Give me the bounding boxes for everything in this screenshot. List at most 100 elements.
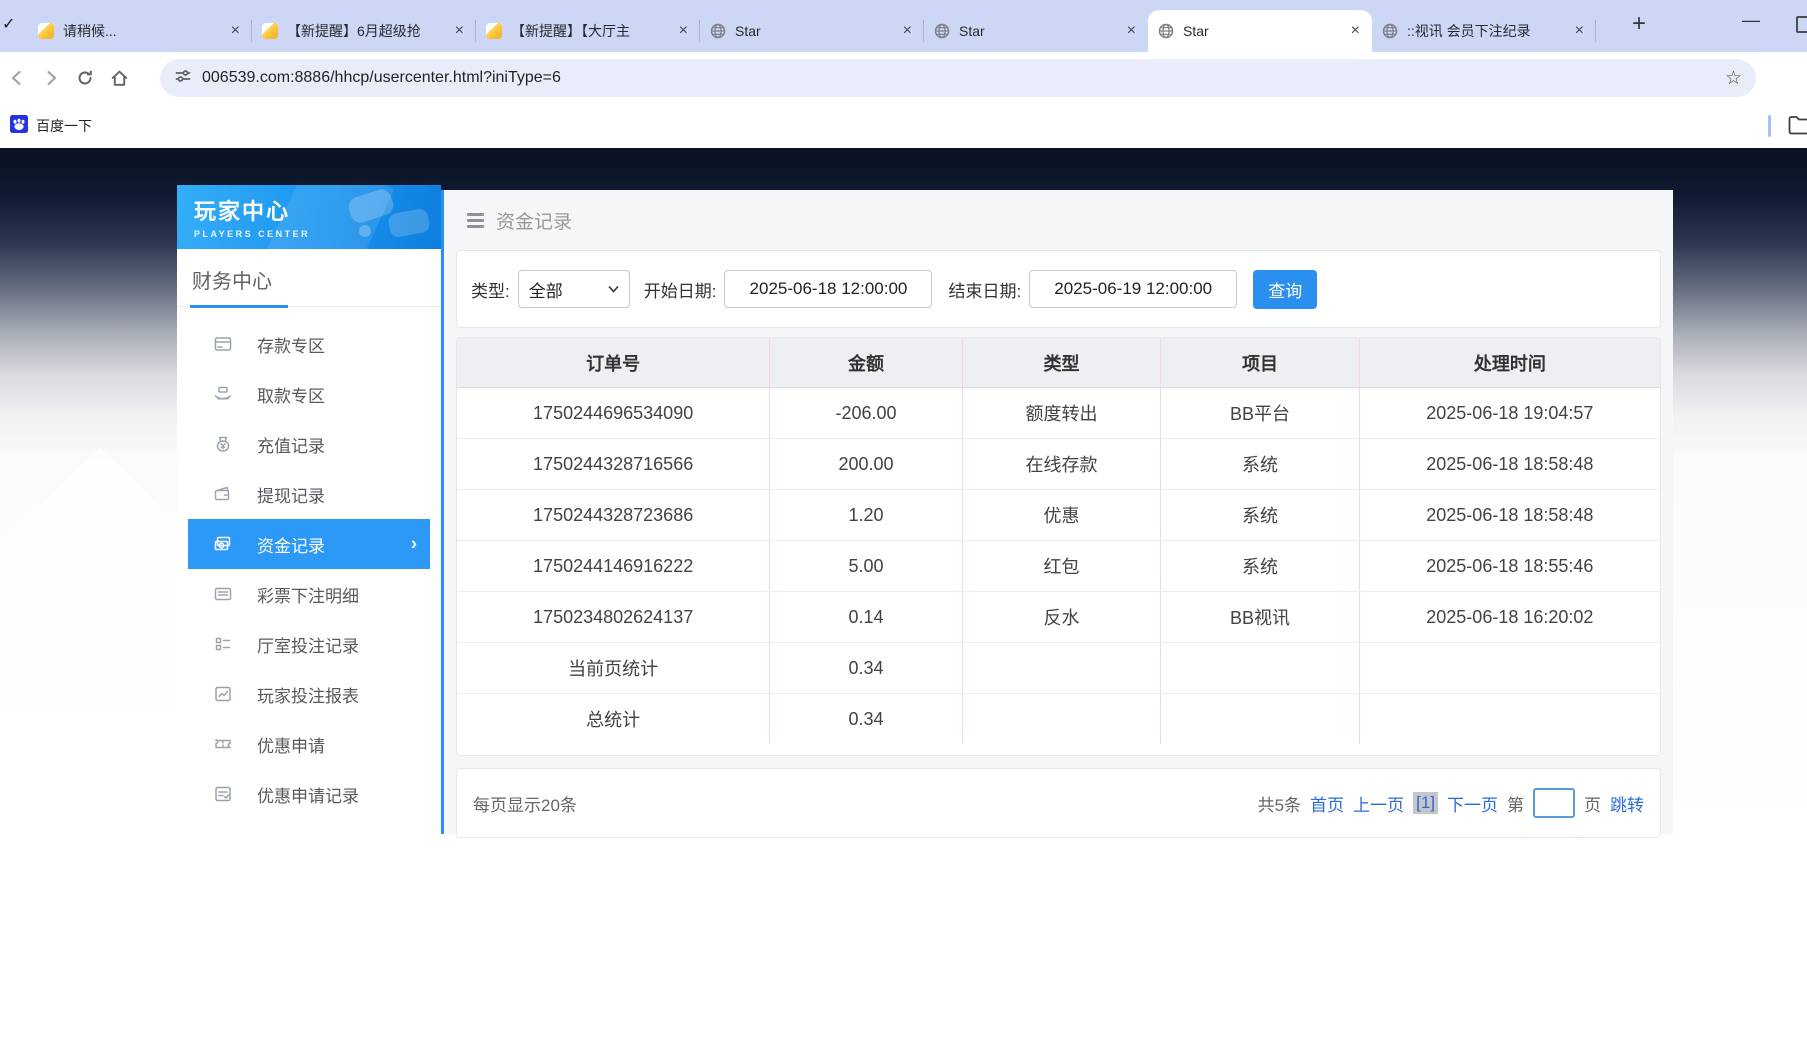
table-cell: 红包 bbox=[962, 540, 1162, 592]
bookmark-label: 百度一下 bbox=[36, 118, 92, 134]
table-header-cell: 金额 bbox=[769, 338, 963, 388]
total-count-text: 共5条 bbox=[1257, 795, 1302, 815]
next-page-link[interactable]: 下一页 bbox=[1447, 791, 1498, 816]
site-info-icon[interactable] bbox=[174, 67, 192, 90]
mail-icon bbox=[262, 23, 278, 39]
bookmark-caret bbox=[1768, 115, 1771, 137]
browser-tab[interactable]: ::视讯 会员下注纪录 × bbox=[1372, 10, 1596, 52]
end-date-label: 结束日期: bbox=[948, 281, 1022, 301]
table-cell bbox=[1160, 693, 1360, 744]
home-icon[interactable] bbox=[102, 61, 136, 95]
url-text[interactable]: 006539.com:8886/hhcp/usercenter.html?ini… bbox=[202, 69, 1725, 87]
tab-close-icon[interactable]: × bbox=[901, 23, 914, 39]
reload-icon[interactable] bbox=[68, 61, 102, 95]
sidebar-item-label: 彩票下注明细 bbox=[257, 586, 359, 606]
sidebar-item-link[interactable]: 存款专区 bbox=[177, 319, 441, 369]
table-cell: 0.14 bbox=[769, 591, 963, 643]
table-cell: 系统 bbox=[1160, 438, 1360, 490]
profile-check-icon[interactable]: ✓ bbox=[2, 14, 15, 34]
wallet-icon bbox=[213, 484, 233, 504]
table-cell: 2025-06-18 18:55:46 bbox=[1359, 540, 1660, 592]
sidebar-item-link[interactable]: 优惠申请记录 bbox=[177, 769, 441, 819]
list-grid-icon bbox=[213, 634, 233, 654]
other-bookmarks-folder-icon[interactable] bbox=[1788, 114, 1807, 141]
tab-close-icon[interactable]: × bbox=[453, 23, 466, 39]
address-bar[interactable]: 006539.com:8886/hhcp/usercenter.html?ini… bbox=[160, 59, 1756, 97]
sidebar-item-link[interactable]: 厅室投注记录 bbox=[177, 619, 441, 669]
table-row: 1750244146916222 5.00 红包 系统 2025-06-18 18:55… bbox=[457, 540, 1660, 592]
bookmark-star-icon[interactable]: ☆ bbox=[1725, 67, 1742, 90]
table-cell: 当前页统计 bbox=[457, 642, 771, 694]
table-cell bbox=[962, 642, 1162, 694]
table-cell: 系统 bbox=[1160, 540, 1360, 592]
tabs-container: 请稍候... × 【新提醒】6月超级抢 × 【新提醒】【大厅主 × Star × Star × St… bbox=[28, 10, 1596, 52]
browser-toolbar: 006539.com:8886/hhcp/usercenter.html?ini… bbox=[0, 52, 1807, 104]
sidebar-section-finance: 财务中心 bbox=[177, 249, 441, 308]
tab-close-icon[interactable]: × bbox=[229, 23, 242, 39]
back-icon[interactable] bbox=[0, 61, 34, 95]
decoration-dot bbox=[359, 225, 371, 237]
start-date-input[interactable] bbox=[724, 270, 933, 308]
sidebar-item-link[interactable]: 彩票下注明细 bbox=[177, 569, 441, 619]
table-cell: 0.34 bbox=[769, 642, 963, 694]
main-header: 资金记录 bbox=[444, 190, 1673, 250]
sidebar-item-label: 玩家投注报表 bbox=[257, 686, 359, 706]
browser-tab[interactable]: Star × bbox=[1148, 10, 1372, 52]
maximize-button[interactable] bbox=[1796, 16, 1807, 33]
sidebar-item-link[interactable]: 玩家投注报表 bbox=[177, 669, 441, 719]
tab-close-icon[interactable]: × bbox=[1349, 23, 1362, 39]
table-row: 1750244328716566 200.00 在线存款 系统 2025-06-18 1… bbox=[457, 438, 1660, 490]
sidebar-item-label: 存款专区 bbox=[257, 336, 325, 356]
new-tab-button[interactable]: + bbox=[1632, 12, 1646, 36]
sidebar-item-link[interactable]: 提现记录 bbox=[177, 469, 441, 519]
sidebar-item-link[interactable]: 充值记录 bbox=[177, 419, 441, 469]
browser-tab[interactable]: Star × bbox=[700, 10, 924, 52]
sidebar-item-link[interactable]: 取款专区 bbox=[177, 369, 441, 419]
table-header-cell: 类型 bbox=[962, 338, 1162, 388]
tab-close-icon[interactable]: × bbox=[677, 23, 690, 39]
table-row: 当前页统计 0.34 bbox=[457, 642, 1660, 694]
sidebar-item-label: 充值记录 bbox=[257, 436, 325, 456]
table-cell: 5.00 bbox=[769, 540, 963, 592]
jump-page-input[interactable] bbox=[1533, 788, 1575, 818]
withdraw-hand-icon bbox=[213, 384, 233, 404]
pager: 共5条 首页 上一页 [1] 下一页 第 页 跳转 bbox=[1258, 788, 1644, 818]
browser-tab[interactable]: Star × bbox=[924, 10, 1148, 52]
table-row: 1750244696534090 -206.00 额度转出 BB平台 2025-06-1… bbox=[457, 387, 1660, 439]
type-select-value: 全部 bbox=[528, 281, 563, 301]
sidebar: 玩家中心 PLAYERS CENTER 财务中心 存款专区 取款专区 充值记录 提现记… bbox=[177, 185, 441, 834]
browser-tab[interactable]: 【新提醒】【大厅主 × bbox=[476, 10, 700, 52]
table-cell: 1750244146916222 bbox=[457, 540, 771, 592]
table-cell bbox=[962, 693, 1162, 744]
sidebar-item-link[interactable]: 优惠申请 bbox=[177, 719, 441, 769]
table-cell bbox=[1160, 642, 1360, 694]
moneybag-icon bbox=[213, 434, 233, 454]
table-cell: 1.20 bbox=[769, 489, 963, 541]
filter-bar: 类型: 全部 开始日期: 结束日期: 查询 bbox=[456, 250, 1661, 328]
first-page-link[interactable]: 首页 bbox=[1310, 791, 1344, 816]
tab-close-icon[interactable]: × bbox=[1573, 23, 1586, 39]
table-cell: 2025-06-18 18:58:48 bbox=[1359, 438, 1660, 490]
bookmark-baidu[interactable]: 百度一下 bbox=[10, 114, 92, 138]
tab-title: 【新提醒】【大厅主 bbox=[511, 23, 630, 39]
prev-page-link[interactable]: 上一页 bbox=[1353, 791, 1404, 816]
records-table: 订单号 金额 类型 项目 处理时间 1750244696534090 -206.00 额度转… bbox=[457, 338, 1660, 744]
browser-tab[interactable]: 【新提醒】6月超级抢 × bbox=[252, 10, 476, 52]
type-select[interactable]: 全部 bbox=[517, 270, 630, 308]
jump-button[interactable]: 跳转 bbox=[1610, 791, 1644, 816]
sidebar-item-active[interactable]: 资金记录 › bbox=[188, 519, 430, 569]
minimize-button[interactable]: — bbox=[1742, 10, 1760, 31]
sidebar-item-label: 取款专区 bbox=[257, 386, 325, 406]
baidu-icon bbox=[10, 114, 28, 138]
table-cell: BB视讯 bbox=[1160, 591, 1360, 643]
search-button[interactable]: 查询 bbox=[1253, 269, 1318, 309]
tab-close-icon[interactable]: × bbox=[1125, 23, 1138, 39]
table-cell: 反水 bbox=[962, 591, 1162, 643]
browser-tab[interactable]: 请稍候... × bbox=[28, 10, 252, 52]
globe-icon bbox=[934, 23, 950, 39]
end-date-input[interactable] bbox=[1029, 270, 1238, 308]
forward-icon[interactable] bbox=[34, 61, 68, 95]
table-cell: 总统计 bbox=[457, 693, 771, 744]
table-cell: 1750244696534090 bbox=[457, 387, 771, 439]
chart-icon bbox=[213, 684, 233, 704]
